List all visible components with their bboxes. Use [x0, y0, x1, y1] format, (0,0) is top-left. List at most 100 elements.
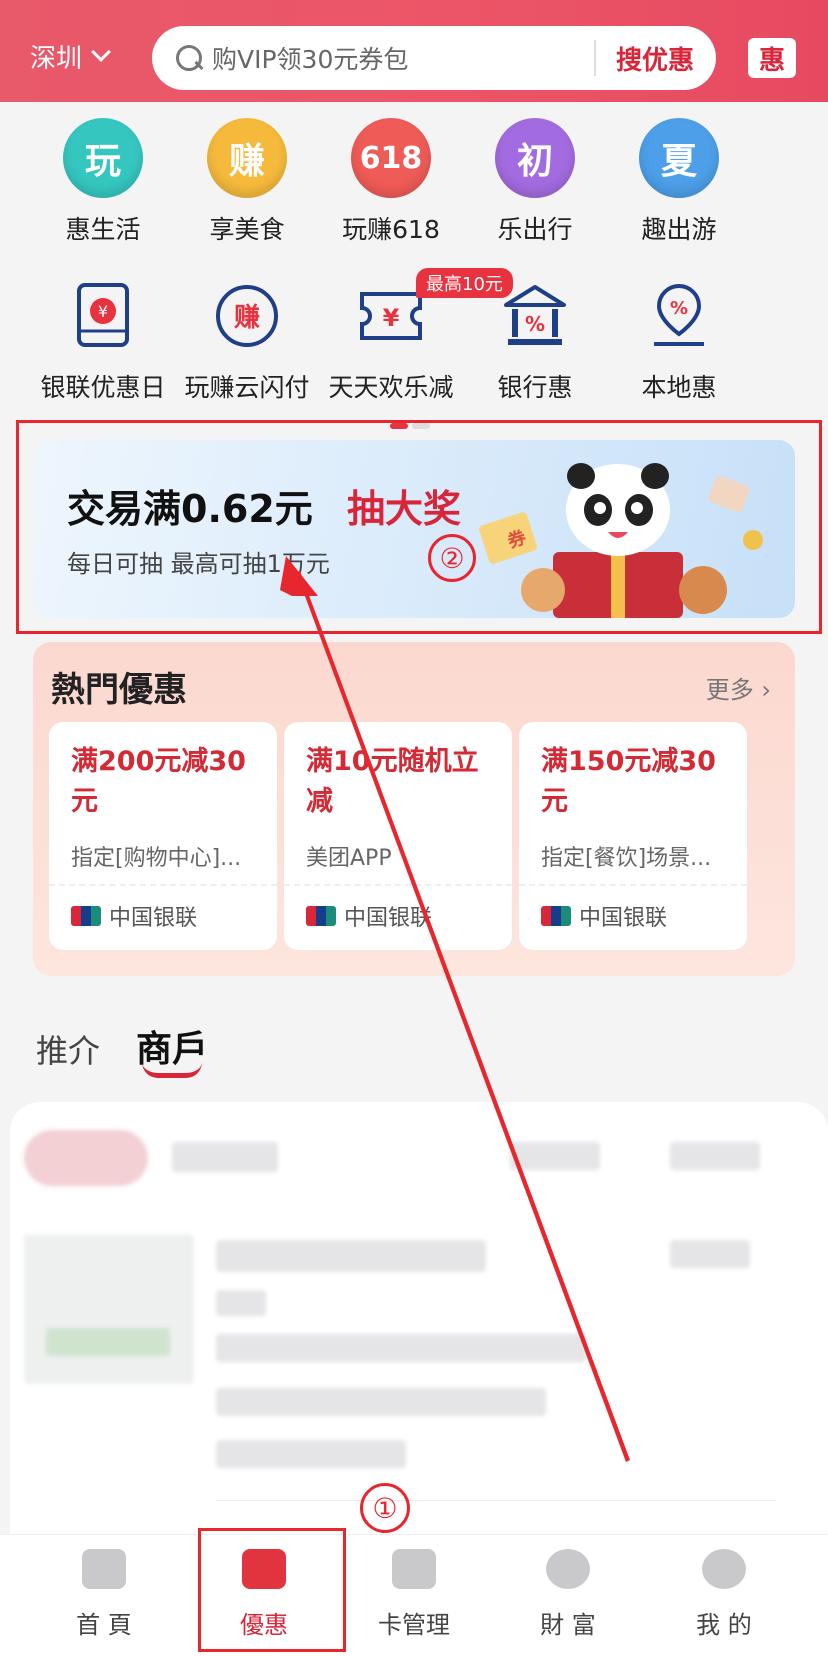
quick-entry-label: 惠生活: [65, 215, 141, 244]
city-label: 深圳: [30, 44, 83, 74]
quick-entry-label: 本地惠: [641, 373, 717, 402]
svg-text:%: %: [525, 312, 545, 336]
issuer-label: 中国银联: [344, 906, 433, 931]
nav-label: 財 富: [540, 1611, 596, 1639]
quick-entry-item[interactable]: 赚 玩赚云闪付: [171, 276, 323, 404]
svg-text:¥: ¥: [98, 302, 108, 321]
deal-title: 满10元随机立减: [306, 746, 479, 817]
location-icon: %: [639, 276, 719, 356]
merchant-meta-placeholder: [510, 1142, 600, 1170]
unionpay-logo-icon: [71, 906, 101, 926]
tab-active-indicator: [142, 1062, 202, 1078]
merchant-offer-placeholder: [216, 1440, 406, 1468]
merchant-offer-placeholder: [216, 1334, 586, 1362]
deal-issuer: 中国银联: [541, 900, 667, 932]
more-label: 更多: [705, 676, 754, 704]
deal-title: 满200元减30元: [71, 746, 246, 817]
merchant-name-placeholder: [172, 1142, 278, 1172]
search-icon: [174, 43, 204, 73]
search-input[interactable]: 购VIP领30元券包: [212, 40, 594, 76]
chevron-down-icon: [91, 41, 111, 62]
city-selector[interactable]: 深圳: [30, 38, 111, 75]
card-divider: [519, 884, 747, 886]
summer-trip-icon: 夏: [639, 118, 719, 198]
quick-entry-item[interactable]: ¥ 银联优惠日: [27, 276, 179, 404]
nav-wealth[interactable]: 財 富: [488, 1549, 648, 1640]
deal-issuer: 中国银联: [306, 900, 432, 932]
merchant-tag-placeholder: [216, 1290, 266, 1316]
quick-entry-label: 趣出游: [641, 215, 717, 244]
annotation-box-deals-tab: [198, 1528, 346, 1652]
nav-label: 卡管理: [378, 1611, 450, 1639]
card-divider: [49, 884, 277, 886]
quick-entry-label: 银联优惠日: [40, 373, 166, 402]
hot-deals-title: 熱門優惠: [51, 670, 187, 710]
nav-label: 我 的: [696, 1611, 752, 1639]
618-icon: 618: [351, 118, 431, 198]
quick-entry-item[interactable]: 初 乐出行: [459, 118, 611, 246]
deal-title: 满150元减30元: [541, 746, 716, 817]
unionpay-logo-icon: [306, 906, 336, 926]
profile-icon: [702, 1549, 746, 1589]
merchant-image-caption-placeholder: [46, 1328, 170, 1356]
merchant-distance-placeholder: [670, 1240, 750, 1268]
quick-entry-item[interactable]: 618 玩赚618: [315, 118, 467, 246]
wallet-icon: ¥: [63, 276, 143, 356]
quick-entry-item[interactable]: 玩 惠生活: [27, 118, 179, 246]
svg-text:赚: 赚: [234, 303, 260, 333]
max-reward-badge: 最高10元: [416, 268, 513, 298]
nav-label: 首 頁: [76, 1611, 132, 1639]
card-icon: [392, 1549, 436, 1589]
nav-home[interactable]: 首 頁: [24, 1549, 184, 1640]
svg-text:%: %: [670, 298, 688, 319]
quick-entry-label: 玩赚云闪付: [184, 373, 310, 402]
quick-entry-label: 银行惠: [497, 373, 573, 402]
home-icon: [82, 1549, 126, 1589]
deal-issuer: 中国银联: [71, 900, 197, 932]
quick-entry-item[interactable]: 赚 享美食: [171, 118, 323, 246]
quick-entry-item[interactable]: % 本地惠: [603, 276, 755, 404]
merchant-image-placeholder: [24, 1234, 194, 1384]
deal-card[interactable]: 满10元随机立减 美团APP 中国银联: [284, 722, 512, 950]
nav-cards[interactable]: 卡管理: [334, 1549, 494, 1640]
quick-entry-item[interactable]: 夏 趣出游: [603, 118, 755, 246]
top-header: 深圳 购VIP领30元券包 搜优惠 惠: [0, 0, 828, 102]
deal-desc: 指定[餐饮]场景...: [541, 846, 712, 871]
nav-mine[interactable]: 我 的: [644, 1549, 804, 1640]
deal-card[interactable]: 满150元减30元 指定[餐饮]场景... 中国银联: [519, 722, 747, 950]
merchant-title-placeholder: [216, 1240, 486, 1272]
deal-card[interactable]: 满200元减30元 指定[购物中心]... 中国银联: [49, 722, 277, 950]
issuer-label: 中国银联: [579, 906, 668, 931]
annotation-marker-1: ①: [360, 1483, 410, 1533]
quick-entry-label: 乐出行: [497, 215, 573, 244]
list-divider: [216, 1500, 776, 1501]
merchant-meta-placeholder: [670, 1142, 760, 1170]
wealth-icon: [546, 1549, 590, 1589]
more-link[interactable]: 更多 ›: [706, 670, 771, 705]
quick-entry-label: 享美食: [209, 215, 285, 244]
hot-deals-section: 熱門優惠 更多 › 满200元减30元 指定[购物中心]... 中国银联 满10…: [33, 642, 795, 976]
unionpay-logo-icon: [541, 906, 571, 926]
tab-recommend[interactable]: 推介: [36, 1026, 100, 1072]
deal-desc: 美团APP: [306, 846, 392, 871]
merchant-logo-placeholder: [24, 1130, 148, 1186]
deal-desc: 指定[购物中心]...: [71, 846, 242, 871]
hui-badge-button[interactable]: 惠: [748, 38, 796, 78]
earn-icon: 赚: [207, 276, 287, 356]
travel-icon: 初: [495, 118, 575, 198]
svg-text:¥: ¥: [383, 304, 400, 332]
bottom-nav: 首 頁 優惠 卡管理 財 富 我 的: [0, 1534, 828, 1656]
annotation-box-banner: [16, 420, 822, 634]
merchant-list: [10, 1102, 828, 1542]
search-button[interactable]: 搜优惠: [596, 40, 716, 77]
earn-food-icon: 赚: [207, 118, 287, 198]
issuer-label: 中国银联: [109, 906, 198, 931]
quick-entry-label: 玩赚618: [342, 215, 440, 244]
chevron-right-icon: ›: [761, 676, 771, 704]
search-bar[interactable]: 购VIP领30元券包 搜优惠: [152, 26, 716, 90]
quick-entry-label: 天天欢乐减: [328, 373, 454, 402]
annotation-marker-2: ②: [428, 534, 476, 582]
play-icon: 玩: [63, 118, 143, 198]
merchant-offer-placeholder: [216, 1388, 546, 1416]
card-divider: [284, 884, 512, 886]
